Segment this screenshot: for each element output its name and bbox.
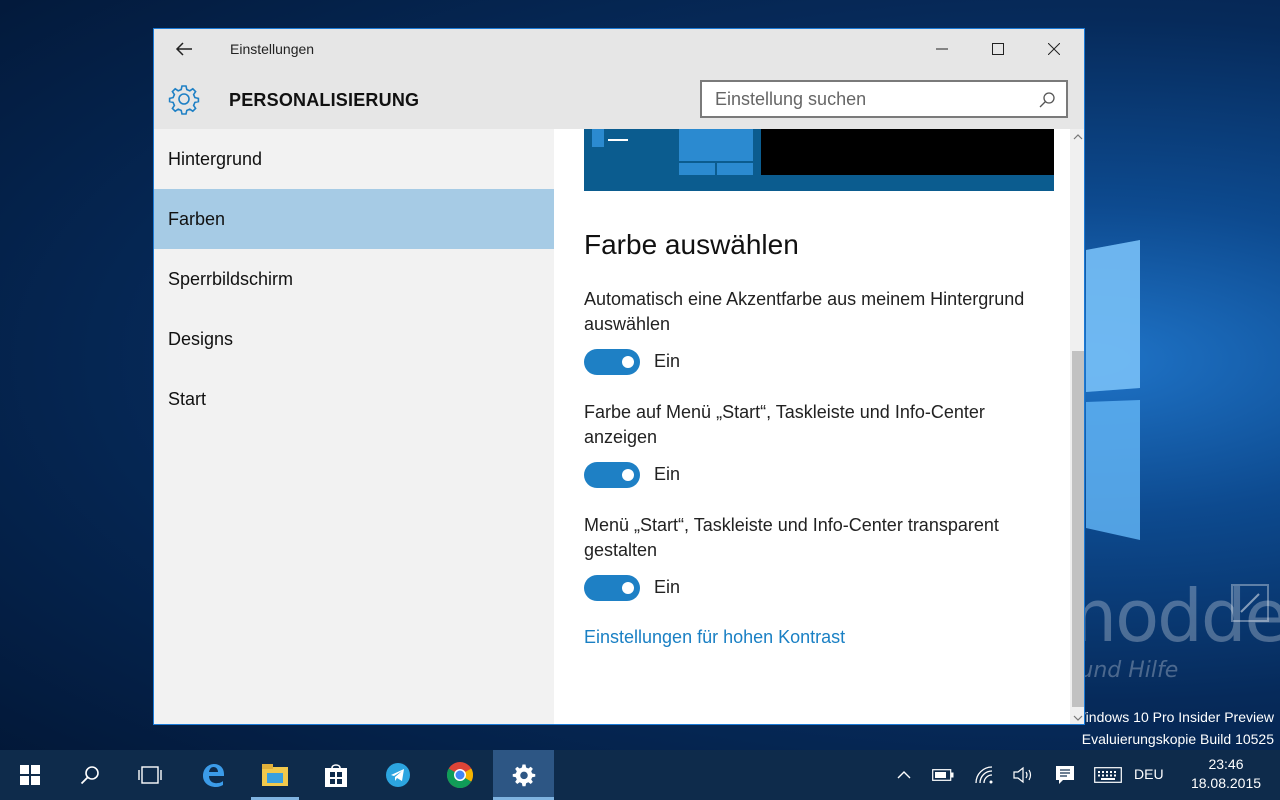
chevron-up-icon (897, 771, 911, 779)
clock[interactable]: 23:46 18.08.2015 (1184, 755, 1268, 793)
clock-time: 23:46 (1208, 756, 1244, 772)
window-title: Einstellungen (230, 41, 315, 57)
keyboard-icon (1094, 767, 1122, 783)
toggle-knob (622, 356, 634, 368)
toggle-transparency[interactable] (584, 575, 640, 601)
option-label-transparency: Menü „Start“, Taskleiste und Info-Center… (584, 515, 999, 560)
toggle-auto-accent[interactable] (584, 349, 640, 375)
preview-line (608, 139, 628, 141)
search-button[interactable] (62, 750, 118, 800)
close-button[interactable] (1026, 29, 1082, 69)
telegram-icon (386, 763, 410, 787)
minimize-button[interactable] (914, 29, 970, 69)
settings-window: Einstellungen PERSONALISIERUNG Hinte (153, 28, 1085, 725)
title-bar: Einstellungen (154, 29, 1084, 69)
sidebar-item-start[interactable]: Start (154, 369, 554, 429)
arrow-left-icon (175, 42, 192, 56)
toggle-state-label: Ein (654, 464, 681, 484)
pen-icon (1231, 584, 1269, 622)
preview-tile (717, 163, 753, 175)
network-button[interactable] (970, 750, 1000, 800)
preview-tile (679, 163, 715, 175)
volume-button[interactable] (1008, 750, 1038, 800)
build-info: Windows 10 Pro Insider Preview Evaluieru… (1072, 706, 1274, 750)
toggle-show-color[interactable] (584, 462, 640, 488)
settings-header: PERSONALISIERUNG (154, 69, 1084, 129)
language-indicator[interactable]: DEU (1134, 766, 1164, 782)
sidebar-item-sperrbildschirm[interactable]: Sperrbildschirm (154, 249, 554, 309)
color-preview (584, 129, 1054, 191)
sidebar-item-farben[interactable]: Farben (154, 189, 554, 249)
sidebar-item-designs[interactable]: Designs (154, 309, 554, 369)
touch-keyboard-button[interactable] (1090, 750, 1126, 800)
toggle-state-label: Ein (654, 577, 681, 597)
preview-tile (592, 129, 604, 147)
chevron-up-icon[interactable] (1070, 129, 1085, 145)
toggle-state-label: Ein (654, 351, 681, 371)
option-label-show-color: Farbe auf Menü „Start“, Taskleiste und I… (584, 402, 985, 447)
speaker-icon (1013, 766, 1032, 784)
minimize-icon (936, 48, 948, 50)
search-input[interactable] (702, 82, 1032, 116)
wifi-icon (975, 766, 993, 784)
high-contrast-link[interactable]: Einstellungen für hohen Kontrast (584, 627, 845, 648)
search-box (700, 80, 1068, 118)
task-view-button[interactable] (122, 750, 178, 800)
action-center-button[interactable] (1050, 750, 1080, 800)
gear-icon (512, 764, 535, 787)
taskbar-telegram[interactable] (370, 750, 426, 800)
back-button[interactable] (170, 37, 198, 61)
option-label-auto-accent: Automatisch eine Akzentfarbe aus meinem … (584, 289, 1025, 334)
preview-desktop (761, 129, 1054, 175)
windows-icon (20, 765, 40, 785)
page-heading: Farbe auswählen (584, 229, 799, 260)
close-icon (1048, 43, 1060, 55)
section-title: PERSONALISIERUNG (229, 90, 420, 110)
taskbar-explorer[interactable] (247, 750, 303, 800)
taskbar-edge[interactable] (185, 750, 241, 800)
scrollbar[interactable] (1070, 129, 1085, 725)
battery-icon (932, 769, 954, 781)
search-icon[interactable] (1038, 91, 1056, 109)
taskbar-settings[interactable] (493, 750, 554, 800)
build-line-1: Windows 10 Pro Insider Preview (1072, 709, 1274, 725)
scrollbar-thumb[interactable] (1072, 351, 1084, 707)
taskbar-chrome[interactable] (432, 750, 488, 800)
sidebar-item-hintergrund[interactable]: Hintergrund (154, 129, 554, 189)
task-view-icon (138, 766, 162, 784)
battery-button[interactable] (928, 750, 958, 800)
build-line-2: Evaluierungskopie Build 10525 (1081, 731, 1274, 747)
notification-icon (1056, 766, 1074, 784)
content-pane: Farbe auswählen Automatisch eine Akzentf… (554, 129, 1070, 724)
chrome-icon (446, 762, 474, 789)
folder-icon (262, 764, 288, 786)
clock-date: 18.08.2015 (1190, 775, 1262, 791)
search-icon (80, 766, 99, 785)
start-button[interactable] (2, 750, 58, 800)
maximize-icon (992, 43, 1004, 55)
taskbar: DEU 23:46 18.08.2015 (0, 750, 1280, 800)
sidebar: Hintergrund Farben Sperrbildschirm Desig… (154, 129, 554, 724)
taskbar-store[interactable] (308, 750, 364, 800)
toggle-knob (622, 582, 634, 594)
maximize-button[interactable] (970, 29, 1026, 69)
chevron-down-icon[interactable] (1070, 710, 1085, 725)
gear-icon (168, 85, 200, 115)
toggle-knob (622, 469, 634, 481)
store-icon (325, 764, 347, 787)
windows-logo-wallpaper (1086, 240, 1140, 540)
edge-icon (203, 764, 224, 787)
show-hidden-icons-button[interactable] (890, 750, 918, 800)
preview-tile (679, 129, 753, 161)
